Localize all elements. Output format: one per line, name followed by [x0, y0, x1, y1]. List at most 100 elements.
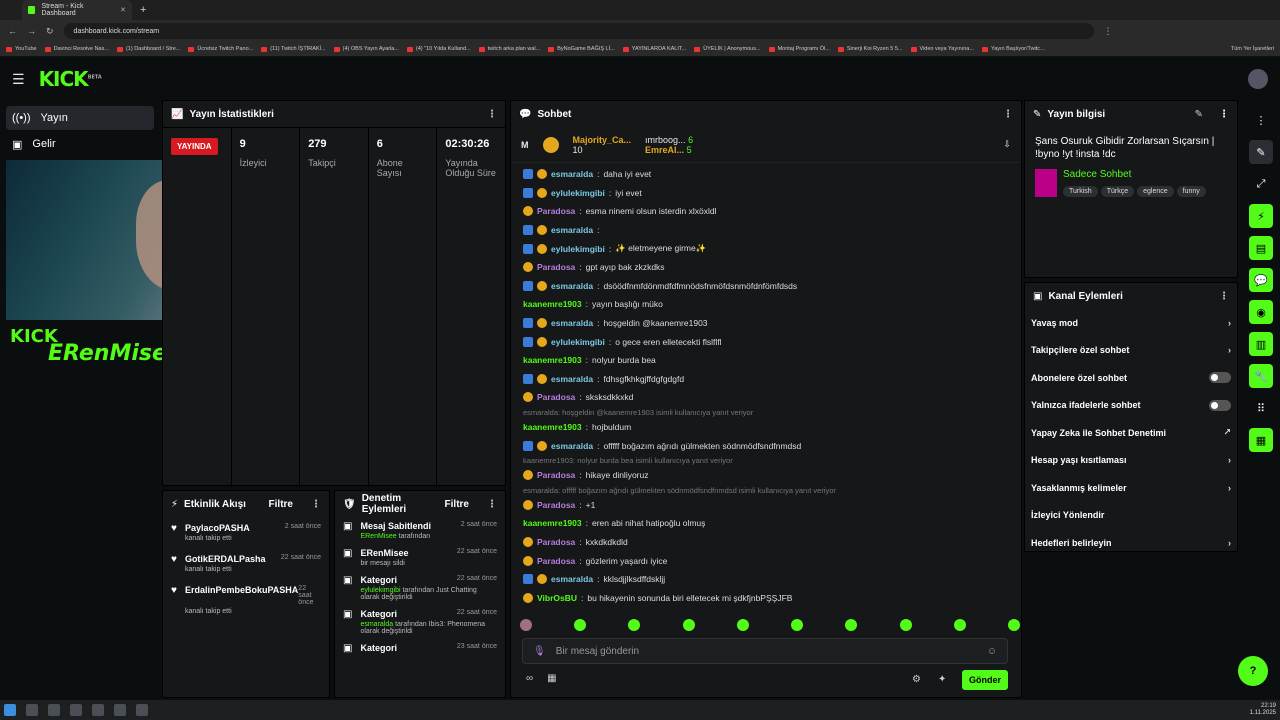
- edit-icon[interactable]: ✎: [1249, 140, 1273, 164]
- chat-username[interactable]: esmaralda: [551, 225, 593, 235]
- more-icon[interactable]: ⋮: [311, 499, 321, 510]
- chat-username[interactable]: eylulekimgibi: [551, 188, 605, 198]
- bookmark-item[interactable]: ByNoGame BAĞIŞ Lİ...: [548, 46, 615, 52]
- emote-icon[interactable]: [628, 619, 641, 631]
- support-icon[interactable]: ?: [1238, 656, 1268, 686]
- lightning-icon[interactable]: ⚡: [1249, 204, 1273, 228]
- bookmark-item[interactable]: Sinerji Koi Ryzen 5 5...: [837, 46, 903, 52]
- menu-icon[interactable]: ☰: [12, 71, 25, 88]
- activity-user[interactable]: GotikERDALPasha 22 saat önce: [185, 554, 321, 564]
- more-icon[interactable]: ⋮: [1249, 108, 1273, 132]
- bookmark-item[interactable]: Davinci Resolve Nas...: [44, 46, 109, 52]
- emote-icon[interactable]: [574, 619, 587, 631]
- edit-icon[interactable]: ✎: [1195, 109, 1203, 120]
- toggle-switch[interactable]: [1209, 399, 1231, 411]
- bookmark-item[interactable]: Yayın Başlıyor/Twitc...: [981, 46, 1045, 52]
- channel-action[interactable]: Yalnızca ifadelerle sohbet: [1025, 392, 1237, 420]
- chat-username[interactable]: kaanemre1903: [523, 518, 582, 528]
- chat-username[interactable]: esmaralda: [551, 374, 593, 384]
- browser-tab[interactable]: Stream - Kick Dashboard ✕: [22, 0, 132, 20]
- bookmark-item[interactable]: (4) OBS Yayın Ayarla...: [333, 46, 399, 52]
- calendar-icon[interactable]: ▦: [1249, 428, 1273, 452]
- all-bookmarks[interactable]: Tüm Yer İşaretleri: [1231, 46, 1274, 52]
- notes-icon[interactable]: ▤: [1249, 236, 1273, 260]
- stream-tag[interactable]: Türkçe: [1100, 186, 1135, 197]
- bookmark-item[interactable]: Montaj Programı Öl...: [768, 46, 830, 52]
- activity-filter-button[interactable]: Filtre: [269, 499, 293, 510]
- puzzle-icon[interactable]: ✦: [938, 674, 946, 685]
- pin-icon[interactable]: ⇩: [1003, 139, 1011, 150]
- activity-user[interactable]: PaylacoPASHA 2 saat önce: [185, 523, 321, 533]
- channel-action[interactable]: Abonelere özel sohbet: [1025, 364, 1237, 392]
- emote-icon[interactable]: [845, 619, 858, 631]
- toggle-switch[interactable]: [1209, 372, 1231, 384]
- bookmark-item[interactable]: YAYINLARDA KALIT...: [622, 46, 686, 52]
- chat-icon[interactable]: 💬: [1249, 268, 1273, 292]
- chat-username[interactable]: eylulekimgibi: [551, 244, 605, 254]
- stream-tag[interactable]: Turkish: [1063, 186, 1098, 197]
- taskbar-app-icon[interactable]: [26, 704, 38, 716]
- bookmark-item[interactable]: ÜYELİK | Anonymous...: [694, 46, 761, 52]
- extensions-icon[interactable]: ⋮: [1104, 26, 1113, 37]
- top3-name[interactable]: EmreAl...: [645, 145, 684, 155]
- emote-icon[interactable]: [791, 619, 804, 631]
- nav-stream[interactable]: ((•)) Yayın: [6, 106, 154, 130]
- chat-username[interactable]: Paradosa: [537, 500, 575, 510]
- kick-logo[interactable]: KICKBETA: [39, 67, 102, 91]
- reload-icon[interactable]: ↻: [46, 26, 54, 37]
- modlog-actor[interactable]: ERenMisee: [360, 533, 396, 540]
- emote-icon[interactable]: [953, 619, 966, 631]
- modlog-filter-button[interactable]: Filtre: [445, 499, 469, 510]
- infinity-icon[interactable]: ∞: [526, 673, 533, 684]
- chat-username[interactable]: esmaralda: [551, 318, 593, 328]
- emote-icon[interactable]: [899, 619, 912, 631]
- bookmark-item[interactable]: Video veya Yayınına...: [910, 46, 974, 52]
- chat-username[interactable]: kaanemre1903: [523, 355, 582, 365]
- channel-action[interactable]: Yasaklanmış kelimeler ›: [1025, 474, 1237, 502]
- more-icon[interactable]: ⋮: [1219, 291, 1229, 302]
- taskbar-app-icon[interactable]: [48, 704, 60, 716]
- share-icon[interactable]: ⠿: [1249, 396, 1273, 420]
- expand-icon[interactable]: ⤢: [1249, 172, 1273, 196]
- wrench-icon[interactable]: 🔧: [1249, 364, 1273, 388]
- modlog-actor[interactable]: esmaralda: [360, 621, 393, 628]
- chat-username[interactable]: kaanemre1903: [523, 299, 582, 309]
- top2-name[interactable]: ımrboog...: [645, 135, 686, 145]
- channel-action[interactable]: Hesap yaşı kısıtlaması ›: [1025, 447, 1237, 475]
- top1-name[interactable]: Majority_Ca...: [573, 135, 632, 145]
- more-icon[interactable]: ⋮: [487, 109, 497, 120]
- bookmark-item[interactable]: Ücretsiz Twitch Pano...: [188, 46, 253, 52]
- chat-username[interactable]: kaanemre1903: [523, 422, 582, 432]
- chat-input[interactable]: 🎙 Bir mesaj gönderin ☺: [522, 638, 1008, 664]
- chat-username[interactable]: Paradosa: [537, 262, 575, 272]
- chat-username[interactable]: Paradosa: [537, 392, 575, 402]
- channel-action[interactable]: Yapay Zeka ile Sohbet Denetimi ↗: [1025, 419, 1237, 447]
- emote-icon[interactable]: [520, 619, 532, 631]
- emote-icon[interactable]: [682, 619, 695, 631]
- bookmark-item[interactable]: YouTube: [6, 46, 37, 52]
- chat-username[interactable]: esmaralda: [551, 574, 593, 584]
- chat-username[interactable]: VibrOsBU: [537, 593, 577, 603]
- chat-username[interactable]: Paradosa: [537, 206, 575, 216]
- category-name[interactable]: Sadece Sohbet: [1063, 169, 1209, 180]
- modlog-actor[interactable]: eylulekimgibi: [360, 587, 400, 594]
- send-button[interactable]: Gönder: [962, 670, 1008, 690]
- bookmark-item[interactable]: (11) Twitch İŞTİRAKİ...: [261, 46, 326, 52]
- taskbar-app-icon[interactable]: [114, 704, 126, 716]
- chat-username[interactable]: esmaralda: [551, 441, 593, 451]
- chat-username[interactable]: Paradosa: [537, 537, 575, 547]
- chat-username[interactable]: Paradosa: [537, 556, 575, 566]
- emote-icon[interactable]: [736, 619, 749, 631]
- new-tab-icon[interactable]: +: [140, 4, 146, 16]
- bookmark-item[interactable]: (4) "10 Yılda Kulland...: [406, 46, 471, 52]
- taskbar-app-icon[interactable]: [70, 704, 82, 716]
- stream-tag[interactable]: eglence: [1137, 186, 1174, 197]
- more-icon[interactable]: ⋮: [487, 499, 497, 510]
- close-tab-icon[interactable]: ✕: [120, 6, 126, 14]
- taskbar-app-icon[interactable]: [92, 704, 104, 716]
- channel-action[interactable]: Takipçilere özel sohbet ›: [1025, 337, 1237, 365]
- channel-action[interactable]: Yavaş mod ›: [1025, 309, 1237, 337]
- chat-username[interactable]: esmaralda: [551, 169, 593, 179]
- more-icon[interactable]: ⋮: [1003, 109, 1013, 120]
- bookmark-item[interactable]: (1) Dashboard / Stre...: [116, 46, 180, 52]
